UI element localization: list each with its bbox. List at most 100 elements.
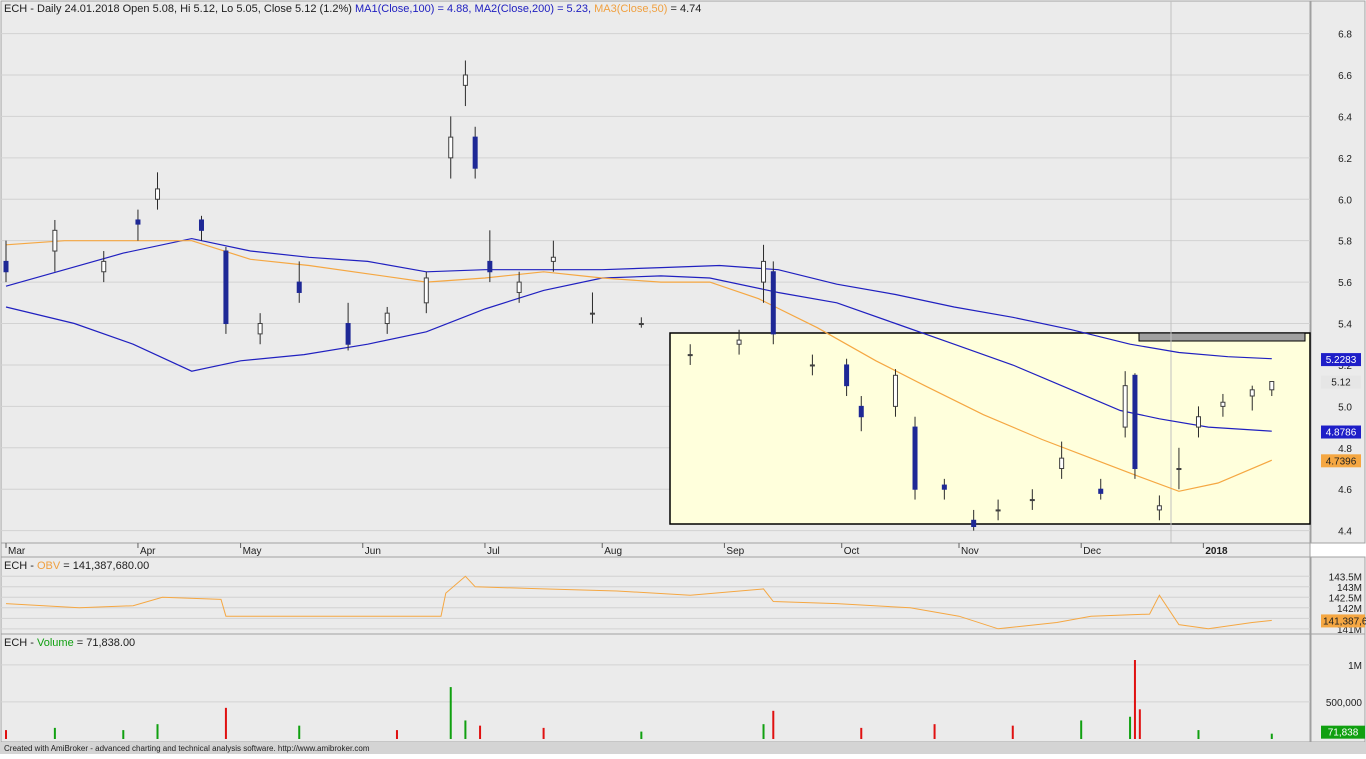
candle-up bbox=[1176, 468, 1182, 471]
candle-down bbox=[844, 364, 850, 387]
candle-up bbox=[155, 188, 161, 200]
price-label-text: 5.12 bbox=[1331, 378, 1351, 389]
volume-bar-up bbox=[1270, 733, 1273, 739]
price-tick-label: 5.6 bbox=[1338, 278, 1352, 289]
volume-pane-title-part: ECH - bbox=[4, 637, 37, 649]
candle-up bbox=[448, 136, 454, 159]
date-tick-label: Mar bbox=[8, 546, 26, 557]
candle-down bbox=[487, 260, 493, 273]
candle-up bbox=[589, 312, 595, 315]
price-label-text: 5.2283 bbox=[1326, 355, 1357, 366]
volume-tick-label: 1M bbox=[1348, 661, 1362, 672]
volume-bar-down bbox=[1011, 725, 1014, 739]
footer-credit: Created with AmiBroker - advanced charti… bbox=[4, 744, 370, 753]
date-tick-label: Sep bbox=[726, 546, 744, 557]
chart-canvas[interactable]: 4.44.64.85.05.25.45.65.86.06.26.46.66.8 … bbox=[0, 0, 1366, 754]
obv-label-text: 141,387,6 bbox=[1323, 616, 1366, 627]
volume-bar-up bbox=[762, 724, 765, 739]
volume-bar-down bbox=[860, 727, 863, 739]
candle-down bbox=[3, 260, 9, 273]
date-tick-label: Jun bbox=[365, 546, 381, 557]
volume-bar-down bbox=[5, 730, 7, 739]
candle-down bbox=[296, 281, 302, 293]
candle-up bbox=[516, 281, 522, 293]
price-pane-title: ECH - Daily 24.01.2018 Open 5.08, Hi 5.1… bbox=[4, 3, 701, 15]
volume-bar-down bbox=[772, 710, 775, 739]
volume-bar-up bbox=[298, 725, 301, 739]
price-pane-title-part: MA3(Close,50) bbox=[594, 3, 667, 15]
volume-bar-up bbox=[1129, 716, 1132, 739]
volume-bar-down bbox=[395, 730, 398, 739]
obv-tick-label: 142M bbox=[1337, 604, 1362, 615]
volume-pane[interactable] bbox=[0, 633, 1311, 743]
candle-down bbox=[971, 519, 977, 528]
candle-down bbox=[1098, 488, 1104, 494]
candle-up bbox=[687, 354, 693, 357]
date-tick-label: 2018 bbox=[1205, 546, 1228, 557]
obv-pane-title-part: OBV bbox=[37, 560, 61, 572]
obv-tick-label: 142.5M bbox=[1329, 593, 1362, 604]
candle-down bbox=[941, 484, 947, 490]
volume-bar-down bbox=[224, 707, 227, 739]
candle-up bbox=[1029, 499, 1035, 502]
candle-down bbox=[135, 219, 141, 225]
volume-pane-title-part: Volume bbox=[37, 637, 74, 649]
price-tick-label: 6.6 bbox=[1338, 71, 1352, 82]
candle-up bbox=[257, 323, 263, 335]
price-tick-label: 4.8 bbox=[1338, 444, 1352, 455]
volume-bar-up bbox=[53, 727, 56, 739]
date-axis[interactable] bbox=[0, 542, 1311, 558]
price-label-text: 4.8786 bbox=[1326, 428, 1357, 439]
price-tick-label: 5.4 bbox=[1338, 320, 1352, 331]
price-tick-label: 6.2 bbox=[1338, 154, 1352, 165]
volume-bar-up bbox=[156, 724, 159, 739]
volume-pane-title-part: = 71,838.00 bbox=[74, 637, 135, 649]
volume-bar-down bbox=[933, 724, 936, 739]
price-tick-label: 4.4 bbox=[1338, 527, 1352, 538]
consolidation-box bbox=[669, 332, 1311, 525]
volume-bar-down bbox=[479, 725, 482, 739]
date-tick-label: Dec bbox=[1083, 546, 1101, 557]
candle-down bbox=[1132, 374, 1138, 470]
candle-up bbox=[550, 256, 556, 262]
resistance-marker bbox=[1138, 332, 1306, 342]
date-tick-label: Nov bbox=[961, 546, 979, 557]
candle-up bbox=[1269, 381, 1275, 391]
price-tick-label: 6.0 bbox=[1338, 195, 1352, 206]
volume-pane-title: ECH - Volume = 71,838.00 bbox=[4, 637, 135, 649]
price-pane-title-part: ECH - Daily 24.01.2018 Open 5.08, Hi 5.1… bbox=[4, 3, 355, 15]
candle-up bbox=[995, 509, 1001, 512]
volume-value-label: 71,838 bbox=[1321, 725, 1365, 739]
price-tick-label: 6.4 bbox=[1338, 112, 1352, 123]
candle-down bbox=[858, 405, 864, 418]
candle-up bbox=[101, 260, 107, 273]
candle-up bbox=[1122, 385, 1128, 428]
candle-up bbox=[1156, 505, 1162, 511]
candle-up bbox=[1059, 457, 1065, 470]
price-label-text: 4.7396 bbox=[1326, 456, 1357, 467]
volume-bar-up bbox=[640, 731, 643, 739]
candle-down bbox=[223, 250, 229, 325]
volume-bar-up bbox=[464, 720, 467, 739]
date-tick-label: Oct bbox=[844, 546, 860, 557]
obv-tick-label: 143M bbox=[1337, 583, 1362, 594]
price-tick-label: 4.6 bbox=[1338, 485, 1352, 496]
volume-tick-label: 500,000 bbox=[1326, 698, 1363, 709]
obv-pane[interactable] bbox=[0, 556, 1311, 635]
price-pane-title-part: = 4.74 bbox=[667, 3, 701, 15]
price-pane-title-part: MA2(Close,200) = 5.23, bbox=[475, 3, 595, 15]
obv-pane-title-part: = 141,387,680.00 bbox=[60, 560, 149, 572]
volume-bar-down bbox=[542, 727, 545, 739]
volume-bar-down bbox=[1138, 709, 1141, 739]
obv-tick-label: 143.5M bbox=[1329, 572, 1362, 583]
date-tick-label: Aug bbox=[604, 546, 622, 557]
obv-pane-title: ECH - OBV = 141,387,680.00 bbox=[4, 560, 149, 572]
candle-down bbox=[198, 219, 204, 231]
candle-up bbox=[809, 364, 815, 367]
candle-up bbox=[1249, 389, 1255, 397]
volume-label-text: 71,838 bbox=[1328, 728, 1359, 739]
obv-value-label: 141,387,6 bbox=[1321, 614, 1366, 628]
candle-up bbox=[462, 74, 468, 86]
candle-up bbox=[423, 277, 429, 304]
candle-up bbox=[761, 260, 767, 283]
